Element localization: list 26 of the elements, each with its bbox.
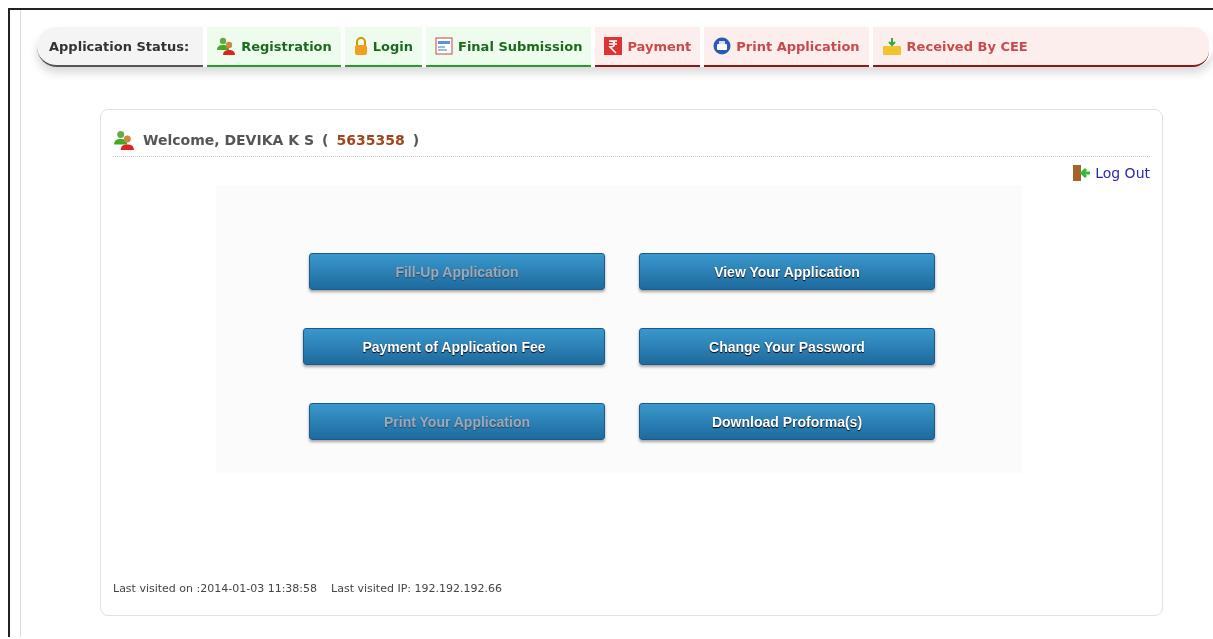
bracket: ( xyxy=(322,132,329,148)
welcome-text: Welcome, DEVIKA K S xyxy=(143,132,315,148)
last-ip-text: Last visited IP: 192.192.192.66 xyxy=(331,582,502,595)
action-button[interactable]: Download Proforma(s) xyxy=(639,403,935,440)
rupee-icon xyxy=(604,37,623,55)
status-step: Login xyxy=(344,27,423,67)
action-button[interactable]: Change Your Password xyxy=(639,328,935,365)
status-step: Received By CEE xyxy=(872,27,1209,67)
action-button[interactable]: View Your Application xyxy=(639,253,935,290)
door-exit-icon xyxy=(1072,165,1093,181)
logout-link[interactable]: Log Out xyxy=(1072,165,1150,181)
status-label: Application Status: xyxy=(37,27,204,67)
users-icon xyxy=(113,130,135,150)
users-icon xyxy=(216,37,237,55)
last-visited-text: Last visited on :2014-01-03 11:38:58 xyxy=(113,582,318,595)
printer-icon xyxy=(713,37,732,55)
lock-icon xyxy=(353,37,368,55)
action-button[interactable]: Payment of Application Fee xyxy=(303,328,605,365)
status-step: Registration xyxy=(207,27,341,67)
user-id: 5635358 xyxy=(336,132,405,148)
inbox-icon xyxy=(881,37,902,55)
status-step: Final Submission xyxy=(426,27,592,67)
status-step: Payment xyxy=(595,27,701,67)
status-step: Print Application xyxy=(704,27,869,67)
bracket: ) xyxy=(412,132,420,148)
form-icon xyxy=(435,37,454,55)
